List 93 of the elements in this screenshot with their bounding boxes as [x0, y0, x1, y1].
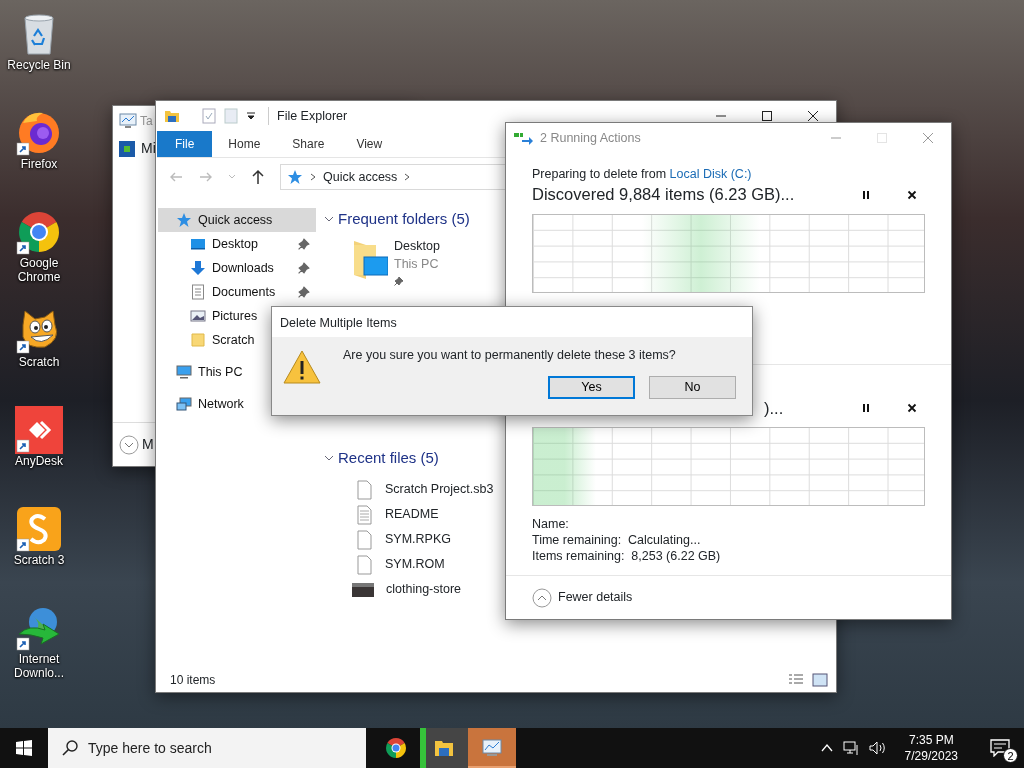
- detail-text: Items remaining: 8,253 (6.22 GB): [532, 548, 722, 564]
- up-arrow-icon: [250, 169, 266, 185]
- monitor-icon: [176, 364, 192, 380]
- desktop-icon-label[interactable]: Recycle Bin: [1, 58, 77, 72]
- clock-time[interactable]: 7:35 PM: [908, 732, 954, 748]
- file-name[interactable]: clothing-store: [386, 580, 462, 599]
- maximize-icon: [761, 110, 773, 122]
- clock-date[interactable]: 7/29/2023: [904, 748, 958, 764]
- file-name[interactable]: SYM.RPKG: [385, 530, 451, 549]
- taskbar-app-button[interactable]: [420, 728, 468, 768]
- dialog-message: Are you sure you want to permanently delete these 3 items?: [343, 347, 677, 364]
- network-monitor-icon: [842, 740, 859, 756]
- desktop-icon-label[interactable]: AnyDesk: [1, 454, 77, 468]
- speaker-icon: [868, 740, 887, 756]
- ribbon-tab[interactable]: Share: [276, 131, 341, 157]
- monitor-screen-icon: [190, 236, 206, 252]
- star-icon: [287, 169, 303, 185]
- transfer-icon: [514, 131, 534, 145]
- detail-text: Time remaining: Calculating...: [532, 532, 702, 548]
- notification-count: 2: [1003, 748, 1018, 763]
- monitor-chart-icon: [119, 113, 137, 129]
- search-field[interactable]: Type here to search: [48, 728, 366, 768]
- windows-logo-icon: [16, 740, 32, 756]
- dialog-button[interactable]: No: [649, 375, 736, 399]
- file-icon: [356, 554, 373, 575]
- text-file-icon: [356, 504, 373, 525]
- folder-icon: [164, 108, 180, 124]
- network-monitor-icon: [176, 396, 192, 412]
- operation-heading: )...: [763, 397, 785, 419]
- notifications-button[interactable]: 2: [976, 728, 1024, 768]
- close-icon: [922, 132, 934, 144]
- status-text: 10 items: [170, 672, 216, 689]
- chevron-up-icon: [820, 742, 833, 754]
- maximize-icon: [876, 132, 888, 144]
- desktop-icon-label[interactable]: Google Chrome: [1, 256, 77, 284]
- window-title: Ta: [140, 113, 153, 130]
- nav-item[interactable]: Quick access: [158, 208, 316, 232]
- nav-item[interactable]: Documents: [158, 280, 316, 304]
- document-lines-icon: [190, 284, 206, 300]
- file-icon: [356, 529, 373, 550]
- chevron-right-icon: [309, 173, 317, 181]
- pause-icon: [861, 403, 871, 413]
- speech-bubble-icon: [990, 739, 1010, 757]
- desktop-icon-label[interactable]: Scratch 3: [1, 553, 77, 567]
- close-icon: [907, 403, 917, 413]
- folder-icon: [190, 332, 206, 348]
- down-arrow-icon: [190, 260, 206, 276]
- breadcrumb-item[interactable]: Quick access: [323, 167, 398, 187]
- section-heading[interactable]: Frequent folders (5): [338, 208, 470, 231]
- detail-text: Name:: [532, 516, 570, 532]
- desktop-icon-label[interactable]: Internet Downlo...: [1, 652, 77, 680]
- operation-description: Preparing to delete from Local Disk (C:): [532, 166, 753, 183]
- details-view-icon: [788, 673, 804, 687]
- details-toggle-button[interactable]: Fewer details: [532, 587, 633, 608]
- dialog-title: Delete Multiple Items: [279, 315, 398, 332]
- ribbon-tab[interactable]: View: [340, 131, 399, 157]
- large-icons-view-icon: [812, 673, 828, 687]
- file-name[interactable]: SYM.ROM: [385, 555, 445, 574]
- chevron-down-circle-icon: [119, 434, 139, 455]
- desktop-icon-label[interactable]: Firefox: [1, 157, 77, 171]
- window-title: 2 Running Actions: [540, 129, 641, 147]
- details-toggle[interactable]: M: [142, 434, 154, 455]
- window-title: File Explorer: [268, 106, 348, 126]
- landscape-icon: [190, 308, 206, 324]
- ribbon-tab[interactable]: File: [157, 131, 213, 157]
- checklist-icon: [202, 108, 216, 124]
- folder-location: This PC: [394, 256, 440, 274]
- dialog-button[interactable]: Yes: [548, 375, 635, 399]
- section-heading[interactable]: Recent files (5): [338, 446, 439, 469]
- location-link[interactable]: Local Disk (C:): [669, 167, 752, 181]
- search-icon: [62, 740, 78, 756]
- chevron-up-circle-icon: [532, 587, 552, 608]
- file-name[interactable]: Scratch Project.sb3: [385, 480, 494, 499]
- dropdown-caret-icon: [228, 173, 236, 181]
- process-name[interactable]: Mi: [141, 138, 156, 159]
- chevron-right-icon: [403, 173, 412, 181]
- ribbon-tab[interactable]: Home: [212, 131, 277, 157]
- star-icon: [176, 212, 192, 228]
- dropdown-caret-icon: [246, 111, 256, 121]
- nav-item[interactable]: Downloads: [158, 256, 316, 280]
- pause-icon: [861, 189, 871, 200]
- document-icon: [224, 108, 238, 124]
- operation-heading: Discovered 9,884 items (6.23 GB)...: [532, 184, 796, 206]
- file-name[interactable]: README: [385, 505, 439, 524]
- ring-logo-icon: [384, 736, 408, 760]
- warning-icon: [282, 349, 322, 385]
- folder-name[interactable]: Desktop: [394, 236, 440, 256]
- app-window-icon: [119, 140, 135, 157]
- close-icon: [807, 110, 819, 122]
- nav-item[interactable]: Desktop: [158, 232, 316, 256]
- close-icon: [907, 189, 917, 200]
- desktop-icon-label[interactable]: Scratch: [1, 355, 77, 369]
- file-icon: [356, 479, 373, 500]
